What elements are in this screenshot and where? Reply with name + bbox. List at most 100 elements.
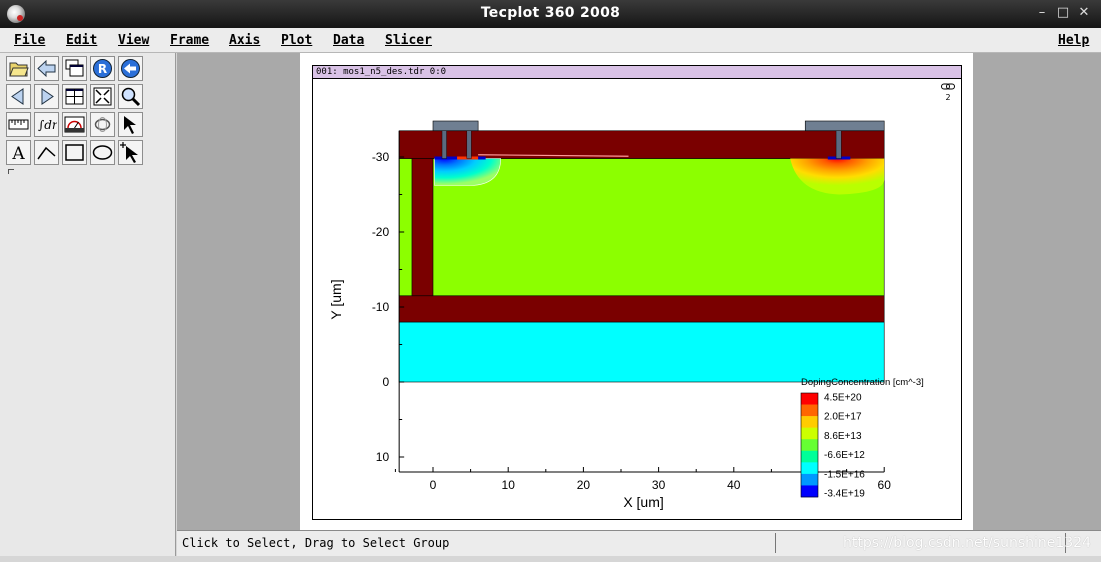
region-buried-oxide [398, 295, 885, 323]
colorbar-swatch [801, 462, 818, 475]
menu-slicer[interactable]: Slicer [385, 33, 432, 48]
open-layout-button[interactable] [6, 56, 31, 81]
adjustor-button[interactable] [118, 140, 143, 165]
menu-help[interactable]: Help [1058, 33, 1089, 48]
menu-edit[interactable]: Edit [66, 33, 97, 48]
contact-via [441, 130, 447, 159]
add-square-button[interactable] [62, 140, 87, 165]
polyline-icon [37, 146, 56, 160]
watermark-text: https://blog.csdn.net/sunshine1324 [843, 535, 1091, 551]
x-tick-label: 20 [577, 478, 591, 492]
colorbar-label: -1.5E+16 [824, 469, 865, 480]
maximize-icon[interactable]: □ [1055, 5, 1071, 21]
y-tick-label: -30 [372, 150, 390, 164]
colorbar-label: 4.5E+20 [824, 393, 862, 404]
x-tick-label: 40 [727, 478, 741, 492]
y-tick-label: -10 [372, 300, 390, 314]
doping-plot[interactable]: 0102030405060-30-20-10010X [um]Y [um] Do… [313, 80, 961, 520]
triangle-right-icon [41, 88, 54, 105]
text-a-icon: A [11, 144, 25, 163]
colorbar-swatch [801, 404, 818, 417]
new-frame-button[interactable] [62, 56, 87, 81]
tile-frames-button[interactable] [62, 84, 87, 109]
pointer-arrow-icon [124, 116, 136, 134]
menu-frame-label: Frame [170, 33, 210, 48]
menu-view[interactable]: View [118, 33, 149, 48]
pointer-plus-icon [120, 142, 138, 163]
x-tick-label: 60 [878, 478, 892, 492]
status-divider [775, 533, 776, 553]
paper: 001: mos1_n5_des.tdr 0:0 2 0 10 20 30 40… [300, 53, 973, 530]
drain-metal-pad [804, 120, 885, 132]
frames-icon [65, 59, 84, 77]
equation-button[interactable]: ∫dr [34, 112, 59, 137]
menu-frame[interactable]: Frame [170, 33, 209, 48]
zoom-button[interactable] [118, 84, 143, 109]
redraw-button[interactable]: R [90, 56, 115, 81]
y-tick-label: 10 [376, 450, 390, 464]
redraw-r-icon: R [93, 59, 112, 78]
add-polyline-button[interactable] [34, 140, 59, 165]
previous-button[interactable] [6, 84, 31, 109]
menu-axis[interactable]: Axis [229, 33, 260, 48]
probe-button[interactable] [62, 112, 87, 137]
y-tick-label: 0 [382, 375, 389, 389]
x-tick-label: 10 [502, 478, 516, 492]
add-ellipse-button[interactable] [90, 140, 115, 165]
y-tick-label: -20 [372, 225, 390, 239]
colorbar-swatch [801, 485, 818, 498]
menu-bar: File Edit View Frame Axis Plot Data Slic… [0, 28, 1101, 53]
contact-via [835, 130, 842, 159]
menu-plot[interactable]: Plot [281, 33, 312, 48]
fit-frame-button[interactable] [90, 84, 115, 109]
square-icon [65, 144, 84, 161]
menu-slicer-label: Slicer [385, 33, 432, 48]
region-trench-oxide [411, 158, 434, 297]
arrow-left-outline-icon [37, 59, 56, 78]
svg-text:∫dr: ∫dr [38, 118, 57, 132]
toolbox-resize-handle[interactable] [8, 169, 14, 174]
next-button[interactable] [34, 84, 59, 109]
menu-edit-label: Edit [66, 33, 98, 48]
arrow-left-circle-icon [121, 59, 140, 78]
window-titlebar[interactable]: Tecplot 360 2008 – □ ✕ [0, 0, 1101, 28]
ruler-button[interactable] [6, 112, 31, 137]
undo-button[interactable] [118, 56, 143, 81]
rotate-button[interactable] [90, 112, 115, 137]
back-button[interactable] [34, 56, 59, 81]
status-message: Click to Select, Drag to Select Group [182, 536, 450, 550]
magnifier-icon [121, 87, 141, 107]
frame-header[interactable]: 001: mos1_n5_des.tdr 0:0 [313, 66, 961, 79]
menu-file-label: File [14, 33, 46, 48]
minimize-icon[interactable]: – [1034, 5, 1050, 21]
grid-icon [65, 88, 84, 105]
colorbar-label: 8.6E+13 [824, 431, 862, 442]
select-button[interactable] [118, 112, 143, 137]
colorbar-label: 2.0E+17 [824, 412, 862, 423]
ruler-icon [8, 119, 29, 130]
menu-plot-label: Plot [281, 33, 313, 48]
folder-open-icon [9, 62, 29, 77]
rotate-icon [94, 117, 111, 132]
close-icon[interactable]: ✕ [1076, 5, 1092, 21]
add-text-button[interactable]: A [6, 140, 31, 165]
ellipse-icon [92, 145, 113, 160]
menu-data[interactable]: Data [333, 33, 364, 48]
y-axis-title: Y [um] [328, 279, 344, 319]
integral-icon: ∫dr [38, 118, 57, 132]
fit-expand-icon [93, 87, 112, 106]
colorbar-title: DopingConcentration [cm^-3] [801, 377, 924, 388]
window-title: Tecplot 360 2008 [480, 5, 621, 21]
menu-axis-label: Axis [229, 33, 261, 48]
plot-frame[interactable]: 001: mos1_n5_des.tdr 0:0 2 0 10 20 30 40… [312, 65, 962, 520]
region-top-oxide [398, 130, 885, 159]
colorbar-swatch [801, 439, 818, 452]
contact-via [466, 130, 472, 159]
colorbar: DopingConcentration [cm^-3] 4.5E+20 2.0E+1… [800, 377, 924, 500]
menu-file[interactable]: File [14, 33, 45, 48]
x-tick-label: 0 [430, 478, 437, 492]
triangle-left-icon [11, 88, 24, 105]
x-tick-label: 30 [652, 478, 666, 492]
colorbar-label: -6.6E+12 [824, 450, 865, 461]
svg-text:R: R [98, 62, 107, 76]
